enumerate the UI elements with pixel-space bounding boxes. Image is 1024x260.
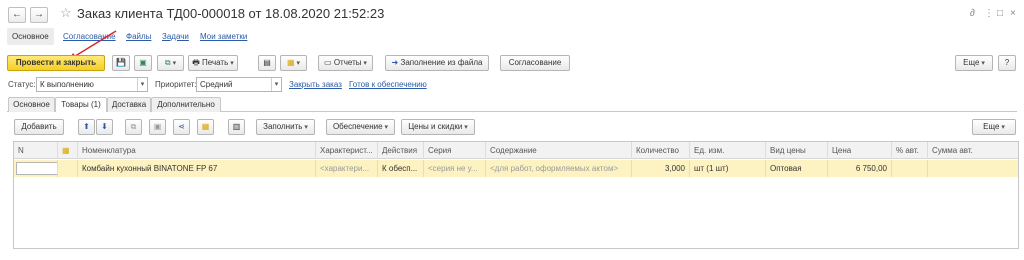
auto-pct-cell[interactable] (892, 160, 928, 177)
link-icon[interactable]: ∂ (970, 8, 975, 19)
post-and-close-button[interactable]: Провести и закрыть (7, 55, 105, 71)
document-structure-icon: ▤ (263, 58, 271, 67)
post-document-icon: ▣ (139, 58, 147, 67)
table-header: N ▦ Номенклатура Характерист... Действия… (14, 142, 1018, 159)
folder-icon: ▦ (201, 122, 210, 131)
column-header-content[interactable]: Содержание (486, 142, 632, 159)
nomenclature-cell[interactable]: Комбайн кухонный BINATONE FP 67 (78, 160, 316, 177)
chevron-down-icon: ▾ (271, 78, 281, 91)
priority-label: Приоритет: (155, 80, 197, 89)
favorite-star-icon[interactable]: ☆ (60, 5, 72, 21)
fill-from-file-button[interactable]: ➜ Заполнение из файла (385, 55, 489, 71)
forward-button[interactable]: → (30, 7, 48, 23)
save-icon: 💾 (116, 58, 126, 67)
select-goods-button[interactable]: ▦ (197, 119, 214, 135)
status-label: Статус: (8, 80, 36, 89)
column-header-characteristic[interactable]: Характерист... (316, 142, 378, 159)
action-cell[interactable]: К обесп... (378, 160, 424, 177)
add-row-button[interactable]: Добавить (14, 119, 64, 135)
reports-button[interactable]: ▭ Отчеты (318, 55, 373, 71)
column-header-n[interactable]: N (14, 142, 58, 159)
maximize-icon[interactable]: □ (997, 8, 1003, 19)
related-documents-button[interactable]: ▦ (280, 55, 307, 71)
document-structure-button[interactable]: ▤ (258, 55, 276, 71)
copy-rows-icon: ▣ (153, 122, 162, 131)
printer-icon: 🖶 (192, 58, 200, 67)
arrow-down-icon: ⬇ (101, 122, 108, 131)
close-icon[interactable]: × (1010, 8, 1016, 19)
barcode-button[interactable]: ▥ (228, 119, 245, 135)
more-vertical-icon[interactable]: ⋮ (984, 8, 994, 19)
quantity-cell[interactable]: 3,000 (632, 160, 690, 177)
column-header-auto-pct[interactable]: % авт. (892, 142, 928, 159)
create-based-on-icon: ⧉ (164, 58, 171, 67)
back-button[interactable]: ← (8, 7, 26, 23)
column-header-price[interactable]: Цена (828, 142, 892, 159)
goods-table[interactable]: N ▦ Номенклатура Характерист... Действия… (13, 141, 1019, 249)
arrow-right-icon: ➜ (391, 58, 399, 67)
column-header-series[interactable]: Серия (424, 142, 486, 159)
table-more-button[interactable]: Еще (972, 119, 1016, 135)
split-row-button[interactable]: ⋖ (173, 119, 190, 135)
copy-rows-button[interactable]: ▣ (149, 119, 166, 135)
table-row[interactable]: 1 Комбайн кухонный BINATONE FP 67 <харак… (14, 160, 1018, 177)
print-button[interactable]: 🖶 Печать (188, 55, 238, 71)
tab-goods[interactable]: Товары (1) (55, 97, 107, 112)
chevron-down-icon: ▾ (137, 78, 147, 91)
more-button[interactable]: Еще (955, 55, 993, 71)
fill-button[interactable]: Заполнить (256, 119, 315, 135)
section-my-notes-link[interactable]: Мои заметки (200, 32, 247, 41)
column-header-actions[interactable]: Действия (378, 142, 424, 159)
characteristic-cell[interactable]: <характери... (316, 160, 378, 177)
price-cell[interactable]: 6 750,00 (828, 160, 892, 177)
arrow-right-icon: → (34, 9, 44, 20)
series-cell[interactable]: <серия не у... (424, 160, 486, 177)
content-cell[interactable]: <для работ, оформляемых актом> (486, 160, 632, 177)
tab-additional[interactable]: Дополнительно (151, 97, 221, 112)
priority-select[interactable]: Средний ▾ (196, 77, 282, 92)
column-header-auto-sum[interactable]: Сумма авт. (928, 142, 1018, 159)
copy-row-button[interactable]: ⧉ (125, 119, 142, 135)
copy-icon: ⧉ (130, 122, 137, 131)
post-button[interactable]: ▣ (134, 55, 152, 71)
page-title: Заказ клиента ТД00-000018 от 18.08.2020 … (77, 6, 385, 21)
create-based-on-button[interactable]: ⧉ (157, 55, 184, 71)
provision-button[interactable]: Обеспечение (326, 119, 395, 135)
column-header-nomenclature[interactable]: Номенклатура (78, 142, 316, 159)
section-tasks-link[interactable]: Задачи (162, 32, 189, 41)
column-header-unit[interactable]: Ед. изм. (690, 142, 766, 159)
column-header-price-type[interactable]: Вид цены (766, 142, 828, 159)
status-select[interactable]: К выполнению ▾ (36, 77, 148, 92)
ready-for-provision-link[interactable]: Готов к обеспечению (349, 80, 427, 89)
tab-delivery[interactable]: Доставка (107, 97, 151, 112)
section-files-link[interactable]: Файлы (126, 32, 151, 41)
approval-button[interactable]: Согласование (500, 55, 570, 71)
save-button[interactable]: 💾 (112, 55, 130, 71)
barcode-icon: ▥ (232, 122, 241, 131)
reports-icon: ▭ (324, 58, 332, 67)
column-header-quantity[interactable]: Количество (632, 142, 690, 159)
section-main[interactable]: Основное (12, 32, 49, 41)
split-icon: ⋖ (178, 122, 185, 131)
help-button[interactable]: ? (998, 55, 1016, 71)
tab-main[interactable]: Основное (8, 97, 55, 112)
arrow-up-icon: ⬆ (83, 122, 90, 131)
column-header-icon[interactable]: ▦ (58, 142, 78, 159)
close-order-link[interactable]: Закрыть заказ (289, 80, 342, 89)
document-icon: ▦ (62, 146, 70, 155)
arrow-left-icon: ← (12, 9, 22, 20)
unit-cell[interactable]: шт (1 шт) (690, 160, 766, 177)
move-down-button[interactable]: ⬇ (96, 119, 113, 135)
help-icon: ? (1004, 58, 1010, 67)
auto-sum-cell[interactable] (928, 160, 1018, 177)
row-icon-cell (58, 160, 78, 177)
row-number-cell[interactable]: 1 (14, 160, 58, 177)
price-type-cell[interactable]: Оптовая (766, 160, 828, 177)
prices-discounts-button[interactable]: Цены и скидки (401, 119, 475, 135)
related-documents-icon: ▦ (286, 58, 295, 67)
move-up-button[interactable]: ⬆ (78, 119, 95, 135)
